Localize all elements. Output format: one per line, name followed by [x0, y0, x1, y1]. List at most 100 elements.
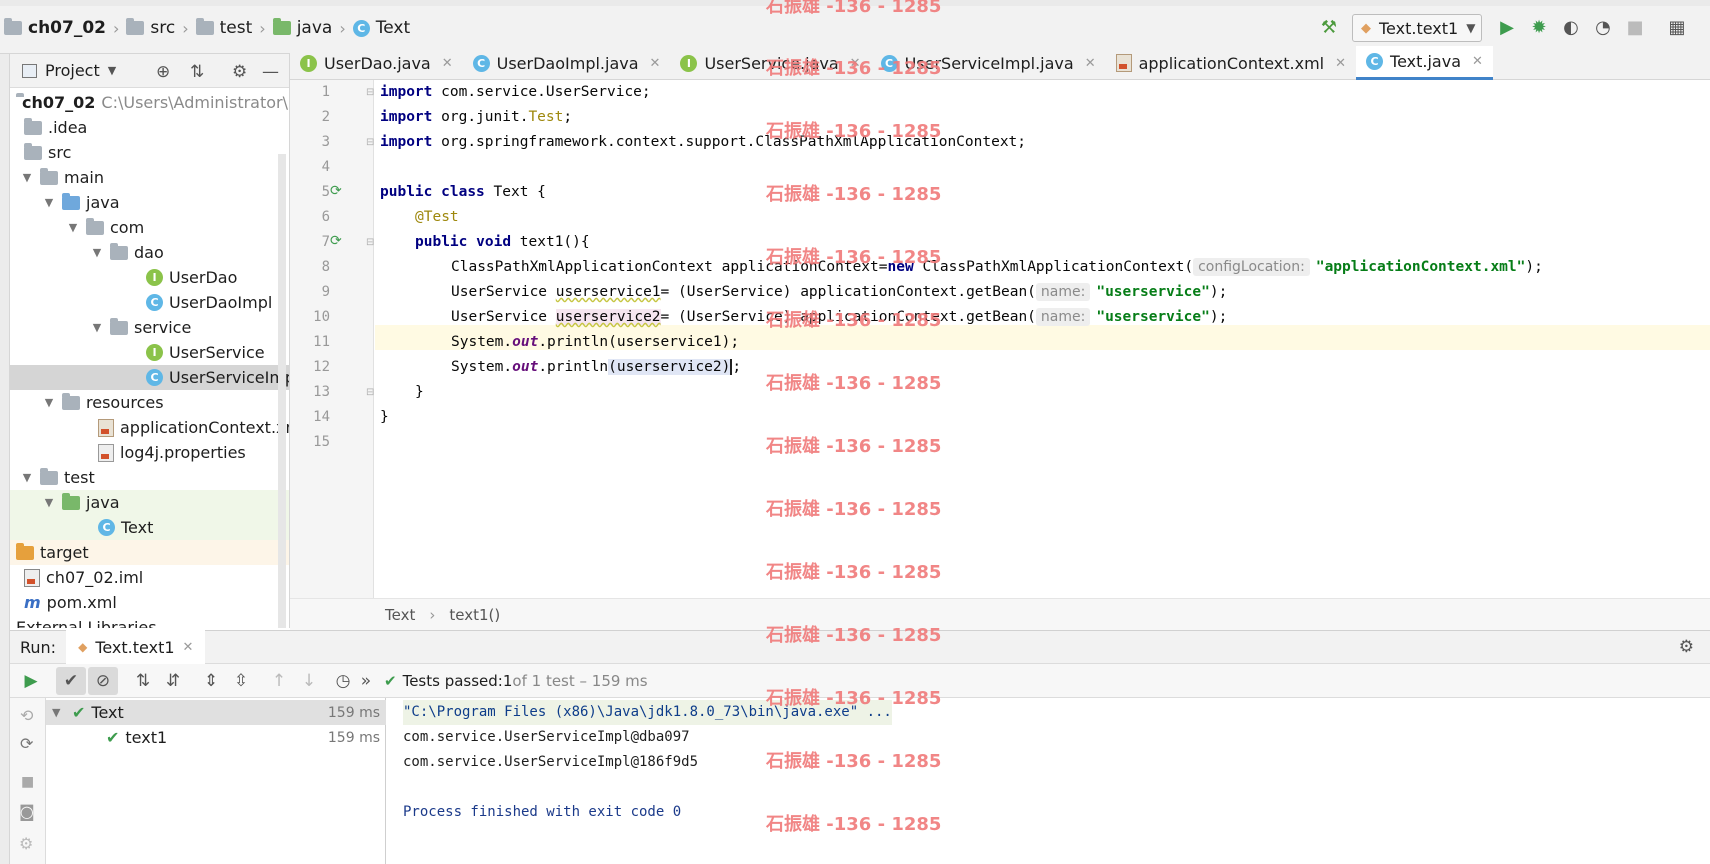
previous-failed-icon[interactable]: ↑ — [264, 667, 294, 695]
chevron-down-icon[interactable]: ▼ — [42, 496, 56, 509]
more-chevron-icon[interactable]: » — [358, 667, 374, 695]
tab-applicationcontext[interactable]: applicationContext.xml ✕ — [1106, 46, 1356, 80]
sort-by-duration-icon[interactable]: ⇵ — [158, 667, 188, 695]
tab-userdaoimpl[interactable]: C UserDaoImpl.java ✕ — [463, 46, 671, 80]
tree-item-applicationcontext[interactable]: applicationContext.xml — [10, 415, 289, 440]
line-number: 6 — [321, 209, 330, 225]
close-icon[interactable]: ✕ — [1335, 56, 1346, 71]
debug-bug-icon[interactable]: ✹ — [1528, 16, 1550, 38]
show-passed-icon[interactable]: ✔ — [56, 666, 86, 695]
chevron-down-icon[interactable]: ▼ — [20, 171, 34, 184]
console-output[interactable]: "C:\Program Files (x86)\Java\jdk1.8.0_73… — [386, 698, 1710, 864]
breadcrumb-test[interactable]: test — [192, 18, 257, 38]
stop-icon[interactable]: ■ — [21, 774, 34, 790]
project-structure-icon[interactable]: ▦ — [1666, 16, 1688, 38]
fold-icon[interactable]: ⊟ — [366, 237, 374, 248]
folder-icon — [126, 18, 145, 35]
close-icon[interactable]: ✕ — [650, 56, 661, 71]
run-configuration-select[interactable]: ◆ Text.text1 ▼ — [1352, 14, 1482, 42]
source-folder-icon — [62, 192, 80, 210]
tree-item-root[interactable]: ch07_02 C:\Users\Administrator\Des — [10, 90, 289, 115]
tree-item-external-libraries[interactable]: External Libraries — [10, 615, 289, 628]
chevron-down-icon[interactable]: ▼ — [42, 396, 56, 409]
breadcrumb-src[interactable]: src — [122, 18, 179, 38]
show-ignored-icon[interactable]: ⊘ — [88, 666, 118, 695]
tab-userdao[interactable]: I UserDao.java ✕ — [290, 46, 463, 80]
test-suite-row[interactable]: ▼ ✔ Text 159 ms — [46, 700, 386, 725]
tree-item-resources[interactable]: ▼ resources — [10, 390, 289, 415]
settings-icon[interactable]: ⚙ — [19, 834, 33, 853]
sort-alphabetically-icon[interactable]: ⇅ — [128, 667, 158, 695]
tree-item-iml[interactable]: ch07_02.iml — [10, 565, 289, 590]
chevron-right-icon: › — [339, 18, 346, 38]
tree-item-pom[interactable]: m pom.xml — [10, 590, 289, 615]
test-case-row[interactable]: ✔ text1 159 ms — [46, 725, 386, 750]
build-hammer-icon[interactable]: ⚒ — [1318, 16, 1340, 38]
code-line-13: } — [415, 384, 424, 400]
tree-item-idea[interactable]: .idea — [10, 115, 289, 140]
breadcrumb-text[interactable]: C Text — [349, 18, 414, 38]
class-icon: C — [1366, 53, 1384, 70]
chevron-down-icon[interactable]: ▼ — [20, 471, 34, 484]
fold-icon[interactable]: ⊟ — [366, 387, 374, 398]
profile-icon[interactable]: ◔ — [1592, 16, 1614, 38]
close-icon[interactable]: ✕ — [1472, 54, 1483, 69]
editor-crumb-method[interactable]: text1() — [449, 606, 500, 624]
close-icon[interactable]: ✕ — [1085, 56, 1096, 71]
editor-tabs: I UserDao.java ✕ C UserDaoImpl.java ✕ I UserS… — [290, 46, 1710, 80]
camera-icon[interactable]: ◙ — [19, 802, 35, 821]
breadcrumb-project[interactable]: ch07_02 — [0, 18, 110, 38]
console-line-output: com.service.UserServiceImpl@dba097 — [403, 729, 690, 745]
chevron-down-icon[interactable]: ▼ — [90, 321, 104, 334]
chevron-down-icon[interactable]: ▼ — [66, 221, 80, 234]
tree-item-target[interactable]: target — [10, 540, 289, 565]
run-test-icon[interactable]: ⟳ — [330, 183, 342, 199]
chevron-down-icon[interactable]: ▼ — [90, 246, 104, 259]
tree-item-test[interactable]: ▼ test — [10, 465, 289, 490]
fold-icon[interactable]: ⊟ — [366, 137, 374, 148]
next-failed-icon[interactable]: ↓ — [294, 667, 324, 695]
stop-icon[interactable]: ■ — [1624, 16, 1646, 38]
close-icon[interactable]: ✕ — [183, 640, 194, 655]
tree-item-userdaoimpl[interactable]: C UserDaoImpl — [10, 290, 289, 315]
code-line-8: ClassPathXmlApplicationContext applicati… — [451, 258, 1543, 276]
history-clock-icon[interactable]: ◷ — [328, 667, 358, 695]
gear-icon[interactable]: ⚙ — [232, 62, 247, 82]
breadcrumb-java[interactable]: java — [269, 18, 337, 38]
code-editor[interactable]: 1 2 3 4 5 6 7 8 9 10 11 12 13 14 15 ⟳ ⟳ … — [290, 80, 1710, 598]
coverage-icon[interactable]: ◐ — [1560, 16, 1582, 38]
tree-item-com[interactable]: ▼ com — [10, 215, 289, 240]
run-icon[interactable]: ▶ — [1496, 16, 1518, 38]
locate-target-icon[interactable]: ⊕ — [156, 62, 170, 82]
chevron-down-icon[interactable]: ▼ — [52, 706, 66, 719]
collapse-all-icon[interactable]: ⇳ — [226, 667, 256, 695]
tree-item-userserviceimpl[interactable]: C UserServiceImpl — [10, 365, 289, 390]
close-icon[interactable]: ✕ — [442, 56, 453, 71]
run-tab-text-text1[interactable]: ◆ Text.text1 ✕ — [66, 630, 206, 664]
tree-item-log4j[interactable]: log4j.properties — [10, 440, 289, 465]
project-tree-scrollbar[interactable] — [278, 154, 286, 628]
tree-item-userdao[interactable]: I UserDao — [10, 265, 289, 290]
rerun-icon[interactable]: ▶ — [16, 667, 46, 695]
minimize-icon[interactable]: — — [262, 62, 279, 82]
project-view-select[interactable]: Project — [45, 61, 100, 80]
editor-crumb-class[interactable]: Text — [385, 606, 415, 624]
tree-item-main[interactable]: ▼ main — [10, 165, 289, 190]
collapse-all-icon[interactable]: ⇅ — [190, 62, 204, 82]
tree-item-text[interactable]: C Text — [10, 515, 289, 540]
tree-item-test-java[interactable]: ▼ java — [10, 490, 289, 515]
rerun-failed-icon[interactable]: ⟲ — [20, 706, 33, 725]
tree-item-dao[interactable]: ▼ dao — [10, 240, 289, 265]
tree-item-service[interactable]: ▼ service — [10, 315, 289, 340]
tree-item-userservice[interactable]: I UserService — [10, 340, 289, 365]
gear-icon[interactable]: ⚙ — [1679, 637, 1694, 657]
tab-text[interactable]: C Text.java ✕ — [1356, 46, 1493, 80]
chevron-down-icon[interactable]: ▼ — [108, 64, 116, 77]
tree-item-src[interactable]: src — [10, 140, 289, 165]
run-test-icon[interactable]: ⟳ — [330, 233, 342, 249]
chevron-down-icon[interactable]: ▼ — [42, 196, 56, 209]
toggle-auto-test-icon[interactable]: ⟳ — [20, 734, 33, 753]
tree-item-main-java[interactable]: ▼ java — [10, 190, 289, 215]
fold-icon[interactable]: ⊟ — [366, 87, 374, 98]
expand-all-icon[interactable]: ⇕ — [196, 667, 226, 695]
